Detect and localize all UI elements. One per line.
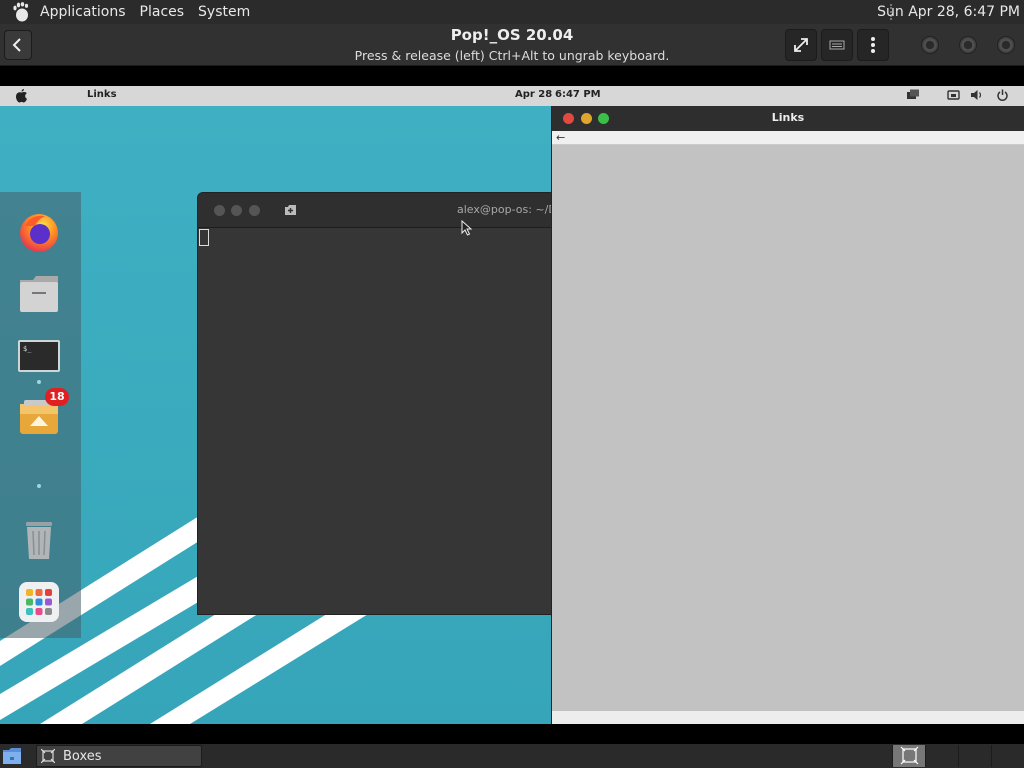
updates-badge: 18 [45,388,69,406]
dock-item-app-grid[interactable] [17,580,61,624]
terminal-title: alex@pop-os: ~/Do [457,203,557,216]
boxes-header-bar: Pop!_OS 20.04 Press & release (left) Ctr… [0,24,1024,66]
guest-app-name[interactable]: Links [87,89,117,100]
boxes-app-icon [41,749,55,763]
guest-date[interactable]: Apr 28 [515,89,552,100]
places-menu[interactable]: Places [140,0,185,24]
links-title: Links [771,111,805,124]
taskbar-item-boxes[interactable]: Boxes [36,745,202,767]
links-status-bar [552,711,1024,724]
running-indicator [37,380,41,384]
workspace-1[interactable] [892,745,925,767]
workspace-2[interactable] [925,745,958,767]
fullscreen-button[interactable] [785,29,817,61]
system-menu[interactable]: System [198,0,250,24]
terminal-icon: $_ [18,340,60,372]
workspace-3[interactable] [958,745,991,767]
files-icon [20,276,58,312]
power-icon[interactable] [996,88,1009,102]
menu-button[interactable] [857,29,889,61]
dock-item-files[interactable] [17,272,61,316]
fullscreen-icon [794,38,808,52]
guest-top-bar: Links Apr 28 6:47 PM [0,86,1024,106]
guest-time[interactable]: 6:47 PM [555,89,601,100]
taskbar-item-label: Boxes [63,748,102,764]
terminal-titlebar[interactable]: alex@pop-os: ~/Do [198,193,556,228]
terminal-maximize-button[interactable] [249,205,260,216]
svg-text:$_: $_ [23,345,32,353]
host-top-panel: Applications Places System Sun Apr 28, 6… [0,0,1024,24]
apple-logo-icon[interactable] [15,88,28,103]
network-icon[interactable] [947,88,960,102]
screen: { "host_panel": { "applications": "Appli… [0,0,1024,768]
window-close-button[interactable] [997,36,1015,54]
trash-icon [26,522,52,559]
dock: $_ 18 [0,192,81,638]
window-maximize-button[interactable] [959,36,977,54]
new-tab-icon[interactable] [284,204,297,216]
host-clock[interactable]: Sun Apr 28, 6:47 PM [877,0,1020,24]
window-minimize-button[interactable] [921,36,939,54]
gnome-foot-icon[interactable] [10,1,32,23]
dock-item-trash[interactable] [17,518,61,562]
show-desktop-icon[interactable] [2,747,22,765]
applications-menu[interactable]: Applications [40,0,126,24]
mouse-pointer-icon [461,220,473,236]
terminal-window[interactable]: alex@pop-os: ~/Do [197,192,557,615]
terminal-cursor [199,229,209,246]
keyboard-icon [829,40,845,50]
windows-switcher-icon[interactable] [906,88,920,102]
links-nav-bar: ← [552,131,1024,145]
volume-icon[interactable] [970,88,983,102]
links-window[interactable]: Links ← [551,106,1024,724]
kebab-menu-icon [871,37,875,53]
host-taskbar: Boxes [0,744,1024,768]
workspace-4[interactable] [991,745,1024,767]
links-titlebar[interactable]: Links [552,106,1024,131]
vm-display[interactable]: Links Apr 28 6:47 PM $_ 18 alex@pop-os: … [0,86,1024,724]
back-arrow-icon[interactable]: ← [556,131,565,144]
firefox-icon [20,214,58,252]
dock-item-software[interactable]: 18 [17,388,69,438]
keys-button[interactable] [821,29,853,61]
dock-item-firefox[interactable] [17,210,61,254]
dock-item-terminal[interactable]: $_ [17,334,61,378]
app-grid-icon [19,582,59,622]
separator-dot [37,484,41,488]
terminal-minimize-button[interactable] [231,205,242,216]
workspace-window-icon [900,746,919,765]
terminal-close-button[interactable] [214,205,225,216]
